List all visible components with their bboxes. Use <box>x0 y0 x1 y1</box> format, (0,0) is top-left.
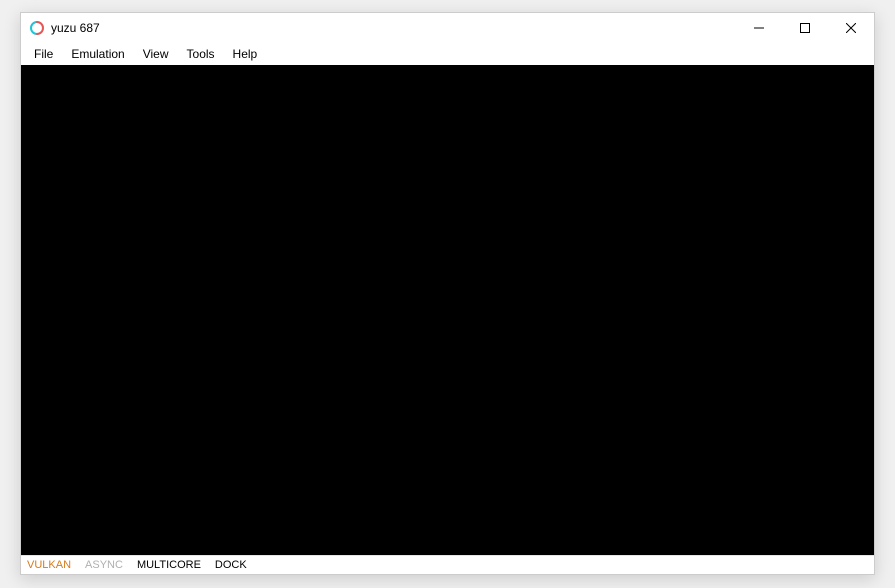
status-multicore[interactable]: MULTICORE <box>137 560 201 571</box>
menubar: File Emulation View Tools Help <box>21 43 874 65</box>
titlebar: yuzu 687 <box>21 13 874 43</box>
menu-tools[interactable]: Tools <box>178 45 224 63</box>
window-title: yuzu 687 <box>51 21 100 35</box>
menu-emulation[interactable]: Emulation <box>62 45 133 63</box>
menu-file[interactable]: File <box>25 45 62 63</box>
statusbar: VULKAN ASYNC MULTICORE DOCK <box>21 555 874 574</box>
menu-help[interactable]: Help <box>224 45 267 63</box>
close-button[interactable] <box>828 13 874 43</box>
app-window: yuzu 687 File Emulation View Tools Help … <box>20 12 875 575</box>
menu-view[interactable]: View <box>134 45 178 63</box>
status-vulkan[interactable]: VULKAN <box>27 560 71 571</box>
status-dock[interactable]: DOCK <box>215 560 247 571</box>
app-icon <box>29 20 45 36</box>
render-viewport <box>21 65 874 555</box>
window-controls <box>736 13 874 43</box>
minimize-button[interactable] <box>736 13 782 43</box>
status-async[interactable]: ASYNC <box>85 560 123 571</box>
maximize-button[interactable] <box>782 13 828 43</box>
